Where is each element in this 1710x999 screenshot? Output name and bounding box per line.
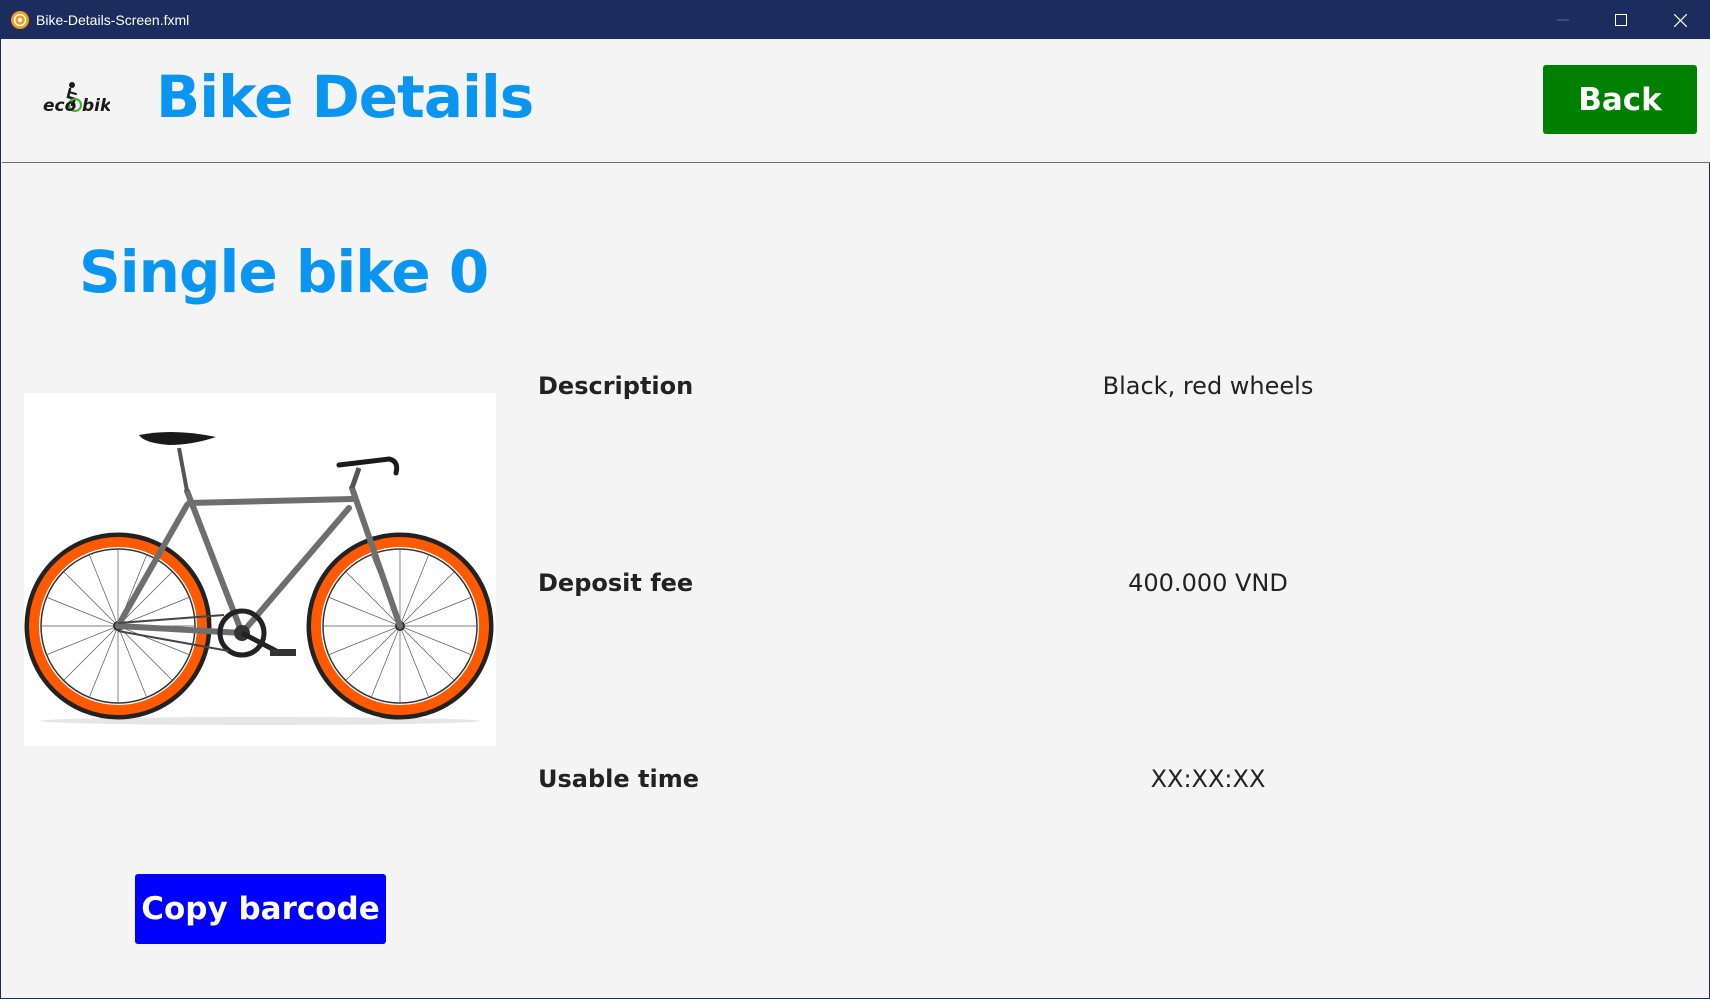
app-window: Bike-Details-Screen.fxml eco bik Bike De… <box>0 0 1710 999</box>
bike-name: Single bike 0 <box>79 238 489 306</box>
window-titlebar[interactable]: Bike-Details-Screen.fxml <box>1 1 1710 39</box>
usable-time-label: Usable time <box>538 765 699 793</box>
deposit-fee-value: 400.000 VND <box>1128 569 1288 597</box>
minimize-button[interactable] <box>1534 1 1592 39</box>
back-button[interactable]: Back <box>1543 65 1697 134</box>
header-bar: eco bike Bike Details Back <box>2 39 1710 163</box>
close-button[interactable] <box>1651 1 1709 39</box>
copy-barcode-button[interactable]: Copy barcode <box>135 874 386 944</box>
bike-image <box>24 393 496 746</box>
description-label: Description <box>538 372 694 400</box>
svg-text:eco: eco <box>43 96 77 116</box>
usable-time-value: XX:XX:XX <box>1150 765 1266 793</box>
maximize-icon <box>1615 14 1627 26</box>
svg-text:bike: bike <box>82 96 110 116</box>
description-value: Black, red wheels <box>1102 372 1314 400</box>
close-icon <box>1673 13 1687 27</box>
ecobike-logo: eco bike <box>43 82 110 116</box>
minimize-icon <box>1557 19 1569 21</box>
deposit-fee-label: Deposit fee <box>538 569 694 597</box>
window-title: Bike-Details-Screen.fxml <box>36 12 190 28</box>
app-icon <box>11 11 29 29</box>
page-title: Bike Details <box>156 63 534 131</box>
bicycle-image <box>24 431 494 725</box>
maximize-button[interactable] <box>1592 1 1650 39</box>
